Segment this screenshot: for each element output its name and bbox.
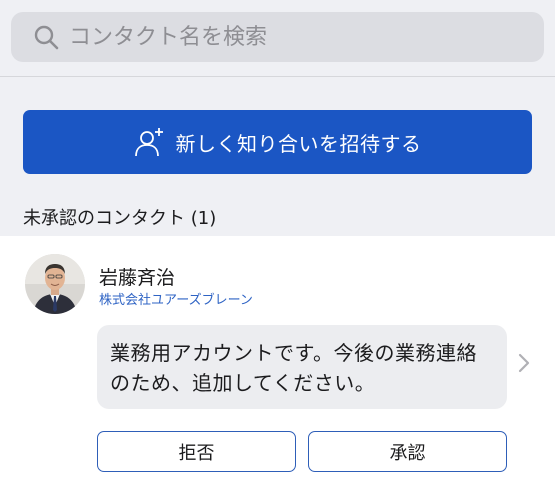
search-bar-area [0, 0, 555, 77]
search-input[interactable] [69, 12, 529, 62]
chevron-right-icon[interactable] [517, 352, 531, 374]
reject-button[interactable]: 拒否 [97, 431, 296, 472]
invite-button-label: 新しく知り合いを招待する [175, 131, 422, 156]
search-icon [34, 25, 59, 50]
approve-button-label: 承認 [389, 442, 426, 464]
contact-name: 岩藤斉治 [99, 267, 176, 289]
add-person-icon [134, 128, 163, 157]
avatar[interactable] [25, 254, 85, 314]
approve-button[interactable]: 承認 [308, 431, 507, 472]
pending-contacts-heading: 未承認のコンタクト (1) [23, 208, 217, 229]
avatar-photo [25, 254, 85, 314]
pending-contact-card: 岩藤斉治 株式会社ユアーズブレーン 業務用アカウントです。今後の業務連絡のため、… [0, 236, 555, 483]
contact-company: 株式会社ユアーズブレーン [99, 293, 253, 308]
message-bubble[interactable]: 業務用アカウントです。今後の業務連絡のため、追加してください。 [97, 325, 507, 409]
invite-button[interactable]: 新しく知り合いを招待する [23, 110, 532, 174]
request-message: 業務用アカウントです。今後の業務連絡のため、追加してください。 [110, 341, 477, 395]
search-box[interactable] [11, 12, 544, 62]
reject-button-label: 拒否 [178, 442, 215, 464]
